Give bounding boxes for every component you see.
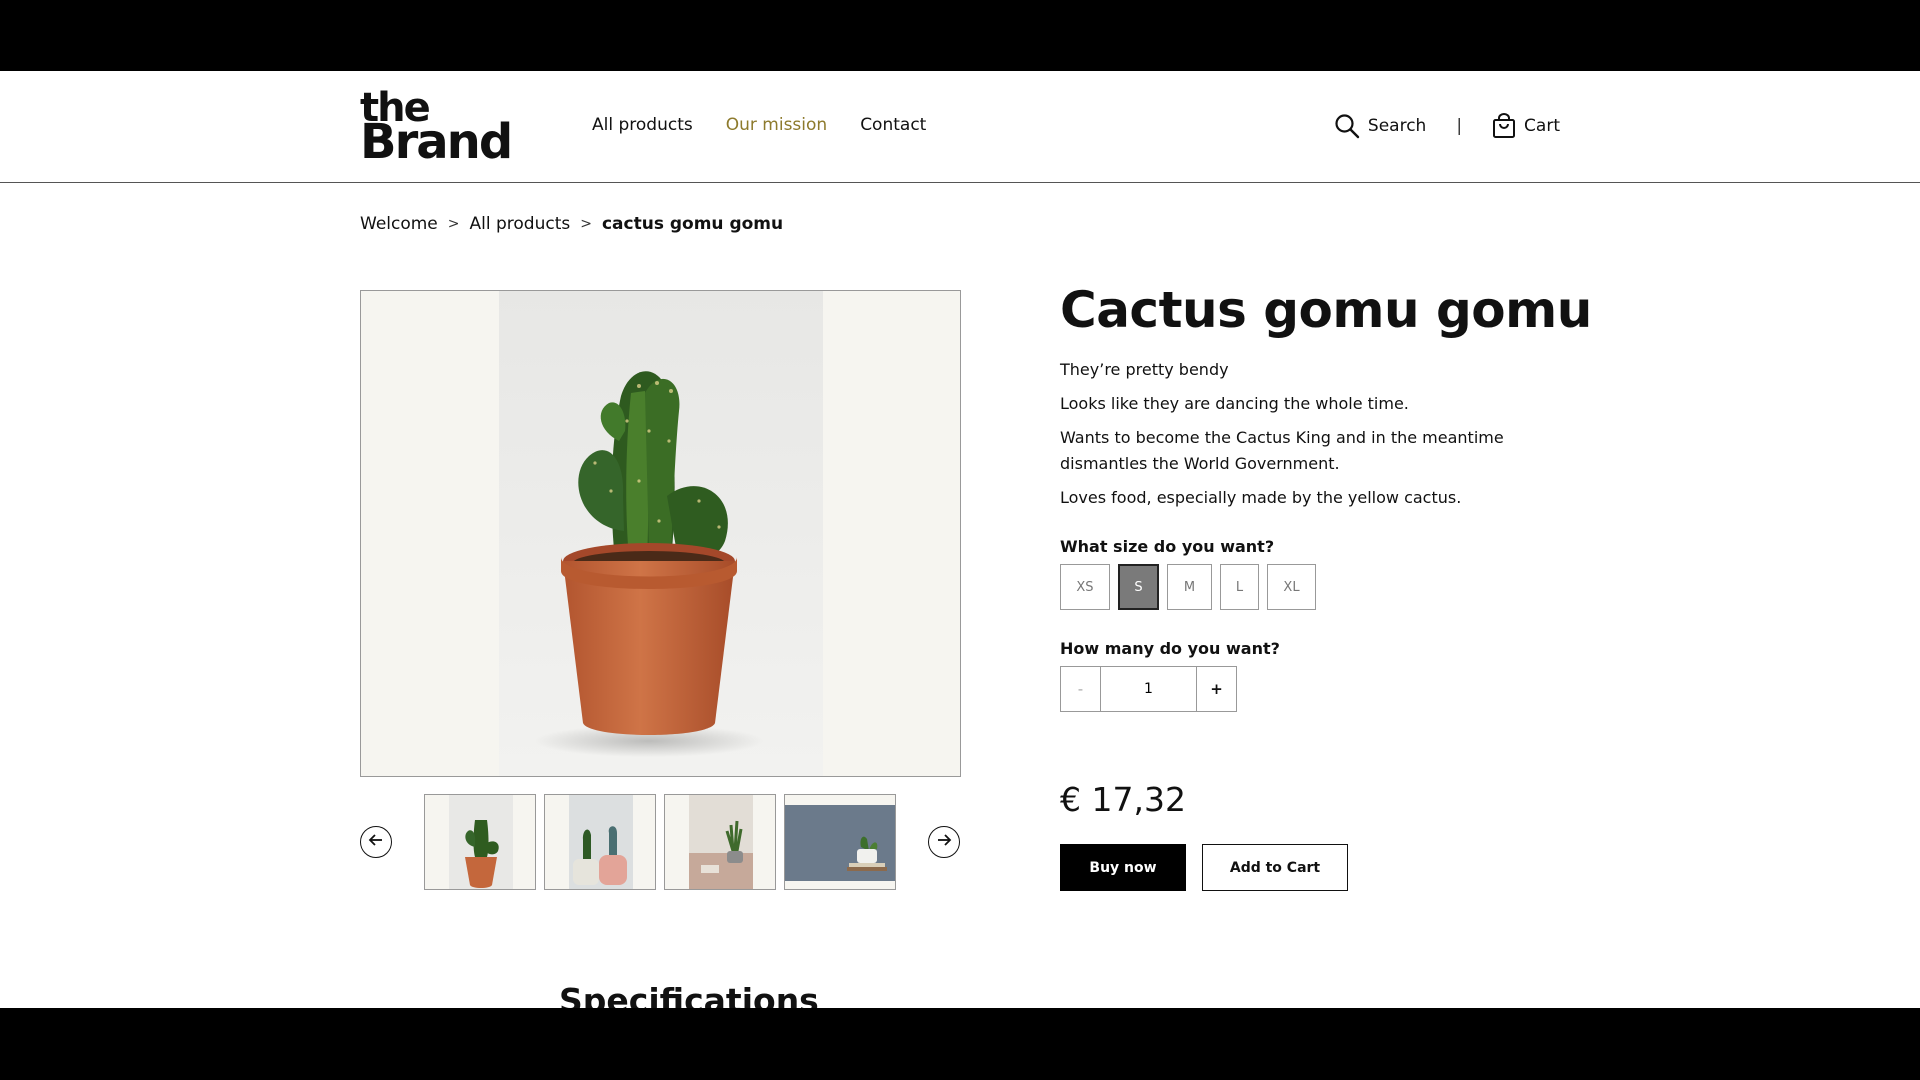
breadcrumb: Welcome > All products > cactus gomu gom… (360, 214, 783, 234)
quantity-increase-button[interactable]: + (1196, 666, 1237, 712)
product-page: the Brand All products Our mission Conta… (0, 71, 1920, 1008)
quantity-label: How many do you want? (1060, 639, 1280, 658)
size-option-m[interactable]: M (1167, 564, 1212, 610)
shopping-bag-icon (1492, 113, 1516, 139)
breadcrumb-all-products[interactable]: All products (470, 214, 571, 234)
buy-now-button[interactable]: Buy now (1060, 844, 1186, 891)
purchase-actions: Buy now Add to Cart (1060, 844, 1348, 891)
description-line: Wants to become the Cactus King and in t… (1060, 428, 1504, 473)
quantity-input[interactable] (1101, 666, 1196, 712)
product-photo (499, 291, 823, 776)
nav-our-mission[interactable]: Our mission (726, 115, 827, 135)
size-option-l[interactable]: L (1220, 564, 1259, 610)
size-option-s[interactable]: S (1118, 564, 1159, 610)
search-icon (1334, 113, 1360, 139)
nav-all-products[interactable]: All products (592, 115, 693, 135)
thumbnail-plant-in-room[interactable] (664, 794, 776, 890)
description-line: They’re pretty bendy (1060, 360, 1229, 379)
quantity-stepper: - + (1060, 666, 1237, 712)
thumbnail-image (569, 795, 633, 889)
size-option-xs[interactable]: XS (1060, 564, 1110, 610)
logo-line-2: Brand (360, 114, 513, 171)
thumbnail-image (785, 805, 895, 881)
product-title: Cactus gomu gomu (1060, 281, 1592, 339)
nav-contact[interactable]: Contact (860, 115, 926, 135)
cart-button[interactable]: Cart (1492, 113, 1560, 139)
arrow-right-circle-icon (935, 831, 953, 853)
thumbnail-image (689, 795, 753, 889)
size-option-xl[interactable]: XL (1267, 564, 1316, 610)
brand-logo[interactable]: the Brand (360, 88, 513, 171)
quantity-decrease-button[interactable]: - (1060, 666, 1101, 712)
cart-label: Cart (1524, 116, 1560, 136)
thumbnail-plant-on-books[interactable] (784, 794, 896, 890)
gallery-next-button[interactable] (928, 826, 960, 858)
arrow-left-circle-icon (367, 831, 385, 853)
letterbox-bottom (0, 1008, 1920, 1080)
specifications-heading: Specifications (559, 981, 819, 1008)
search-button[interactable]: Search (1334, 113, 1426, 139)
thumbnail-cactus-terracotta[interactable] (424, 794, 536, 890)
breadcrumb-current: cactus gomu gomu (601, 214, 784, 234)
letterbox-top (0, 0, 1920, 71)
description-line: Loves food, especially made by the yello… (1060, 488, 1462, 507)
thumbnail-strip (360, 794, 961, 890)
thumbnail-cacti-pink-pots[interactable] (544, 794, 656, 890)
search-label: Search (1367, 116, 1427, 136)
breadcrumb-separator: > (580, 216, 592, 232)
breadcrumb-separator: > (447, 216, 460, 232)
breadcrumb-welcome[interactable]: Welcome (360, 214, 438, 234)
site-header: the Brand All products Our mission Conta… (0, 71, 1920, 183)
add-to-cart-button[interactable]: Add to Cart (1202, 844, 1348, 891)
thumbnail-image (449, 795, 513, 889)
description-line: Looks like they are dancing the whole ti… (1060, 394, 1409, 413)
product-description: They’re pretty bendy Looks like they are… (1060, 357, 1560, 519)
header-separator: | (1456, 116, 1463, 136)
header-utilities: Search | Cart (1334, 113, 1560, 139)
main-nav: All products Our mission Contact (592, 115, 926, 135)
size-label: What size do you want? (1060, 537, 1275, 556)
size-selector: XS S M L XL (1060, 564, 1316, 610)
main-product-image (360, 290, 961, 777)
gallery-prev-button[interactable] (360, 826, 392, 858)
product-price: € 17,32 (1060, 780, 1186, 819)
